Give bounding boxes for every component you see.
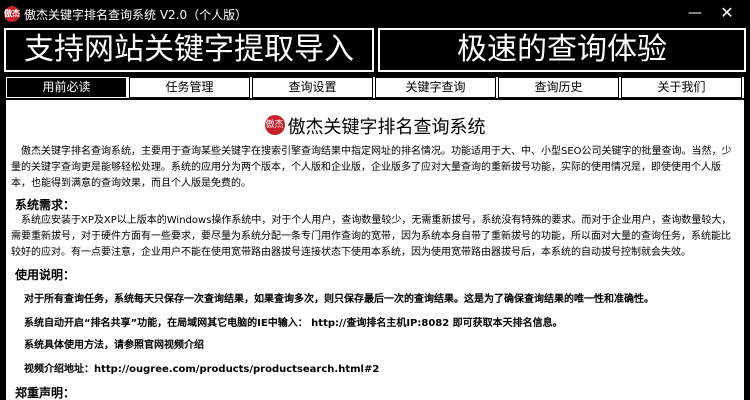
- banner-left: 支持网站关键字提取导入: [4, 28, 374, 72]
- doc-title-text: 傲杰关键字排名查询系统: [287, 117, 486, 138]
- readme-panel: 傲杰 傲杰关键字排名查询系统 傲杰关键字排名查询系统，主要用于查询某些关键字在搜索…: [6, 100, 744, 400]
- usage-note-3: 系统具体使用方法，请参照官网视频介绍: [24, 340, 204, 351]
- app-logo-icon: 傲杰: [4, 6, 20, 22]
- requirements-heading: 系统需求：: [15, 198, 76, 212]
- requirements-paragraph: 系统应安装于XP及XP以上版本的Windows操作系统中，对于个人用户，查询数量…: [11, 215, 732, 258]
- logo-icon: 傲杰: [264, 115, 285, 135]
- minimize-button[interactable]: —: [683, 2, 707, 24]
- usage-note-2: 系统自动开启“排名共享”功能，在局域网其它电脑的IE中输入： http://查询…: [24, 318, 563, 329]
- banner-right: 极速的查询体验: [378, 28, 746, 72]
- disclaimer-heading: 郑重声明：: [15, 386, 76, 400]
- tab-query-settings[interactable]: 查询设置: [252, 77, 373, 98]
- tab-read-before-use[interactable]: 用前必读: [6, 77, 127, 98]
- tab-query-history[interactable]: 查询历史: [498, 77, 619, 98]
- tab-task-management[interactable]: 任务管理: [129, 77, 250, 98]
- tab-keyword-query[interactable]: 关键字查询: [375, 77, 496, 98]
- usage-note-1: 对于所有查询任务，系统每天只保存一次查询结果，如果查询多次，则只保存最后一次的查…: [24, 294, 654, 305]
- usage-heading: 使用说明：: [15, 268, 76, 282]
- tab-about-us[interactable]: 关于我们: [621, 77, 742, 98]
- window-title: 傲杰关键字排名查询系统 V2.0（个人版）: [24, 8, 248, 22]
- intro-paragraph: 傲杰关键字排名查询系统，主要用于查询某些关键字在搜索引擎查询结果中指定网址的排名…: [11, 146, 732, 189]
- title-bar: 傲杰 傲杰关键字排名查询系统 V2.0（个人版） — ✕: [0, 0, 750, 28]
- tab-bar: 用前必读 任务管理 查询设置 关键字查询 查询历史 关于我们: [6, 77, 744, 98]
- close-button[interactable]: ✕: [715, 2, 739, 24]
- video-link[interactable]: 视频介绍地址：http://ougree.com/products/produc…: [24, 360, 379, 375]
- doc-title: 傲杰 傲杰关键字排名查询系统: [6, 113, 744, 139]
